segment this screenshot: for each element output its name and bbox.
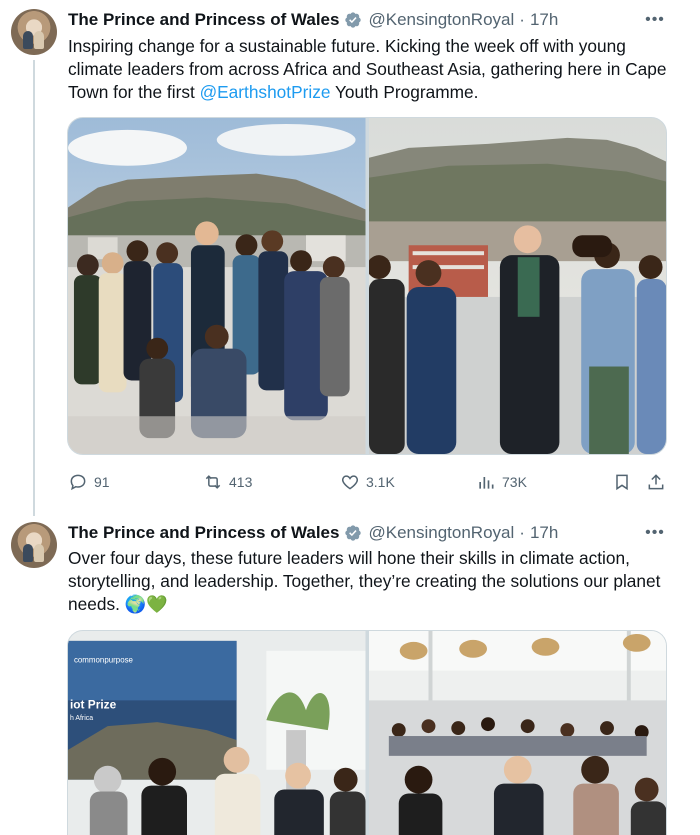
earthshot-mention-link[interactable]: @EarthshotPrize <box>200 82 331 102</box>
views-icon <box>479 477 494 489</box>
tweet-actions-bar: 91 413 3.1K 73K <box>68 470 668 494</box>
repost-count: 413 <box>229 474 253 490</box>
separator-dot: · <box>519 523 525 542</box>
author-avatar[interactable] <box>11 522 57 568</box>
like-count: 3.1K <box>366 474 395 490</box>
verified-badge-icon <box>345 12 362 28</box>
photo-screen-session[interactable]: commonpurpose iot Prize h Africa <box>68 631 366 835</box>
photo-group-table-mountain[interactable] <box>68 118 366 454</box>
share-button[interactable] <box>646 472 672 492</box>
more-options-icon[interactable]: ••• <box>644 9 666 31</box>
view-count: 73K <box>502 474 527 490</box>
tweet-media-grid <box>67 117 667 455</box>
prince-photo-illustration <box>368 118 666 454</box>
reply-count: 91 <box>94 474 110 490</box>
tweet-header: The Prince and Princess of Wales @Kensin… <box>68 9 558 31</box>
screen-title-text: iot Prize <box>70 697 117 711</box>
group-photo-illustration <box>68 118 366 454</box>
tweet-2[interactable]: The Prince and Princess of Wales @Kensin… <box>0 520 700 835</box>
heart-icon <box>341 475 359 490</box>
author-display-name[interactable]: The Prince and Princess of Wales <box>68 523 339 543</box>
screen-sub-text: h Africa <box>70 715 93 722</box>
author-display-name[interactable]: The Prince and Princess of Wales <box>68 10 339 30</box>
bookmark-icon <box>616 474 628 491</box>
tweet-header: The Prince and Princess of Wales @Kensin… <box>68 522 558 544</box>
session-photo-illustration: commonpurpose iot Prize h Africa <box>68 631 366 835</box>
tweet-text-part-2: Youth Programme. <box>330 82 479 102</box>
views-button[interactable]: 73K <box>476 472 527 492</box>
like-button[interactable]: 3.1K <box>340 472 395 492</box>
tweet-timestamp[interactable]: 17h <box>530 523 558 543</box>
bookmark-button[interactable] <box>612 472 638 492</box>
reply-button[interactable]: 91 <box>68 472 110 492</box>
more-options-icon[interactable]: ••• <box>644 522 666 544</box>
tweet-timestamp[interactable]: 17h <box>530 10 558 30</box>
photo-prince-with-leaders[interactable] <box>368 118 666 454</box>
separator-dot: · <box>519 10 525 29</box>
screen-brand-text: commonpurpose <box>74 656 134 665</box>
verified-badge-icon <box>345 525 362 541</box>
share-icon <box>648 474 664 490</box>
tweet-text: Over four days, these future leaders wil… <box>68 548 661 614</box>
repost-icon <box>205 475 221 489</box>
tweet-1[interactable]: The Prince and Princess of Wales @Kensin… <box>0 0 700 520</box>
tweet-media-grid: commonpurpose iot Prize h Africa <box>67 630 667 835</box>
repost-button[interactable]: 413 <box>203 472 252 492</box>
hall-photo-illustration <box>368 631 666 835</box>
tweet-text: Inspiring change for a sustainable futur… <box>68 35 668 104</box>
thread-connector-line <box>33 60 35 516</box>
reply-icon <box>70 474 86 491</box>
photo-hall-audience[interactable] <box>368 631 666 835</box>
author-handle[interactable]: @KensingtonRoyal <box>368 10 514 30</box>
author-handle[interactable]: @KensingtonRoyal <box>368 523 514 543</box>
author-avatar[interactable] <box>11 9 57 55</box>
